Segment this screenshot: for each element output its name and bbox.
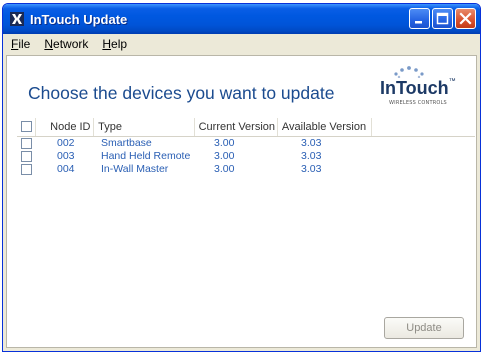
column-current-version[interactable]: Current Version (195, 118, 278, 136)
cell-type: Hand Held Remote (101, 150, 191, 162)
title-bar[interactable]: InTouch Update (3, 4, 480, 34)
row-select (17, 150, 37, 163)
cell-type: Smartbase (101, 137, 152, 149)
minimize-button[interactable] (409, 8, 430, 29)
row-select (17, 163, 37, 176)
select-all-checkbox[interactable] (21, 121, 32, 132)
header-select-all[interactable] (17, 118, 37, 136)
menu-network-label: etwork (53, 37, 89, 51)
menu-file[interactable]: File (5, 37, 36, 51)
cell-current-version: 3.00 (214, 150, 235, 162)
cell-type: In-Wall Master (101, 163, 169, 175)
minimize-icon (415, 21, 422, 24)
row-checkbox[interactable] (21, 164, 32, 175)
cell-node-id: 004 (57, 163, 75, 175)
row-select (17, 137, 37, 150)
device-table: Node ID Type Current Version Available V… (17, 118, 475, 176)
intouch-app-icon (9, 11, 25, 27)
cell-available-version: 3.03 (301, 163, 322, 175)
column-node-id[interactable]: Node ID (36, 118, 95, 136)
column-type[interactable]: Type (94, 118, 195, 136)
main-panel: Choose the devices you want to update In… (6, 55, 477, 348)
close-icon (459, 12, 472, 25)
logo-word-text: InTouch (380, 78, 449, 98)
logo-trademark: ™ (448, 78, 456, 85)
cell-current-version: 3.00 (214, 163, 235, 175)
menu-file-label: ile (18, 37, 31, 51)
menu-bar: File Network Help (3, 34, 480, 54)
cell-current-version: 3.00 (214, 137, 235, 149)
maximize-button[interactable] (432, 8, 453, 29)
menu-network-key: N (44, 37, 54, 51)
logo-wordmark: InTouch™ (380, 78, 456, 99)
row-checkbox[interactable] (21, 151, 32, 162)
table-row[interactable]: 002 Smartbase 3.00 3.03 (17, 137, 475, 150)
maximize-icon (436, 12, 449, 25)
menu-help-key: H (102, 37, 112, 51)
window-title: InTouch Update (30, 11, 128, 27)
cell-node-id: 003 (57, 150, 75, 162)
row-checkbox[interactable] (21, 138, 32, 149)
cell-available-version: 3.03 (301, 150, 322, 162)
intouch-logo: InTouch™ WIRELESS CONTROLS (380, 64, 458, 110)
table-header: Node ID Type Current Version Available V… (17, 118, 475, 137)
logo-dots-icon (394, 66, 424, 78)
menu-network[interactable]: Network (38, 37, 94, 51)
cell-available-version: 3.03 (301, 137, 322, 149)
column-available-version[interactable]: Available Version (278, 118, 372, 136)
menu-help-label: elp (111, 37, 128, 51)
menu-help[interactable]: Help (96, 37, 133, 51)
logo-subtitle: WIRELESS CONTROLS (389, 100, 447, 106)
app-window: InTouch Update File Network Help Choose … (2, 3, 481, 352)
table-row[interactable]: 004 In-Wall Master 3.00 3.03 (17, 163, 475, 176)
page-heading: Choose the devices you want to update (28, 83, 335, 103)
close-button[interactable] (455, 8, 476, 29)
window-controls (409, 8, 476, 29)
update-button[interactable]: Update (384, 317, 464, 339)
table-row[interactable]: 003 Hand Held Remote 3.00 3.03 (17, 150, 475, 163)
column-spacer (372, 118, 475, 136)
cell-node-id: 002 (57, 137, 75, 149)
